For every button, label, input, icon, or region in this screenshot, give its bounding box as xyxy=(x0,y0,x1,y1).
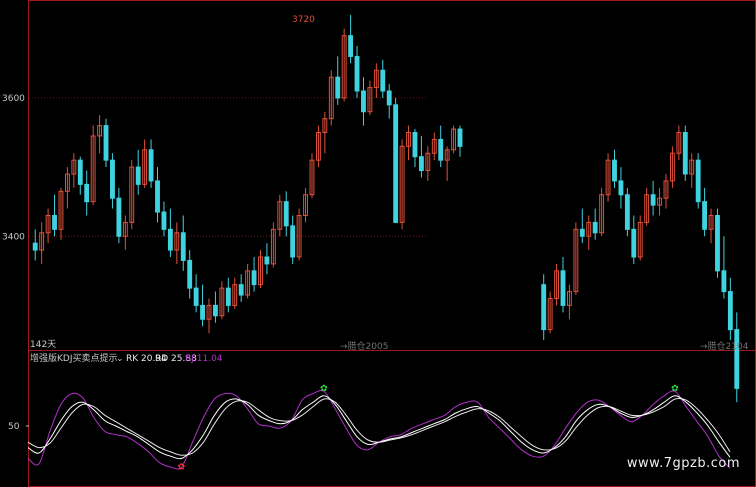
indicator-axis: 50 xyxy=(8,422,29,432)
candle-body xyxy=(213,304,218,317)
candle-body xyxy=(412,132,418,158)
bar-count-label: 142天 xyxy=(30,340,56,350)
indicator-dropdown-icon[interactable]: ⌄ xyxy=(116,354,124,364)
price-tick-label: 3600 xyxy=(2,94,25,104)
candle-body xyxy=(715,215,720,272)
price-tick-label: 3400 xyxy=(2,232,25,242)
candle-body xyxy=(155,180,160,213)
candle-body xyxy=(734,329,740,389)
candle-body xyxy=(167,228,173,251)
candle-body xyxy=(187,259,193,289)
candle-body xyxy=(84,183,90,203)
candle-body xyxy=(541,284,547,331)
candle-body xyxy=(361,90,366,113)
candle-body xyxy=(103,125,109,161)
candle-body xyxy=(682,132,688,175)
candle-body xyxy=(386,90,392,106)
candle-body xyxy=(631,228,637,258)
candle-body xyxy=(618,180,624,196)
candle-body xyxy=(702,201,708,230)
candle-body xyxy=(393,104,399,223)
sell-signal-icon: ✿ xyxy=(671,384,679,394)
candle-body xyxy=(579,228,585,237)
candle-body xyxy=(116,197,122,237)
candle-body xyxy=(238,284,244,296)
candle-body xyxy=(612,159,617,182)
indicator-tick-label: 50 xyxy=(8,422,20,432)
kdj-line-rk xyxy=(27,395,731,460)
candle-body xyxy=(161,211,167,230)
peak-label: 3720 xyxy=(292,15,315,25)
date-label-right: →腊仓2104 xyxy=(700,340,749,352)
chart-canvas: 3400 3600 3720 142天 →腊仓2005 →腊仓2104 增强版KD… xyxy=(2,0,756,487)
rj-readout: RJ 11.04 xyxy=(185,354,223,364)
candle-body xyxy=(283,201,289,227)
candle-body xyxy=(135,166,141,185)
buy-signal-icon: ✿ xyxy=(178,462,186,472)
candle-body xyxy=(180,232,186,261)
candle-body xyxy=(624,194,630,230)
candle-body xyxy=(721,270,727,293)
kdj-line-rj xyxy=(27,389,731,470)
kdj-series xyxy=(27,389,731,470)
candle-body xyxy=(290,225,296,258)
candle-body xyxy=(650,194,656,206)
candle-body xyxy=(592,221,598,234)
candle-body xyxy=(695,159,701,203)
candle-body xyxy=(148,149,154,182)
candle-body xyxy=(335,76,341,99)
candle-body xyxy=(438,138,444,161)
candle-body xyxy=(560,270,566,306)
kdj-line-rd xyxy=(27,397,731,456)
candle-body xyxy=(264,256,270,265)
candle-body xyxy=(193,287,199,306)
candle-body xyxy=(52,215,57,230)
candle-body xyxy=(200,304,205,320)
candle-body xyxy=(727,291,733,331)
candle-body xyxy=(418,156,424,172)
candle-body xyxy=(77,159,83,185)
candle-body xyxy=(380,69,386,92)
date-label-mid: →腊仓2005 xyxy=(340,340,388,352)
candle-body xyxy=(348,35,354,57)
price-grid xyxy=(29,97,428,237)
indicator-title: 增强版KDJ买卖点提示 xyxy=(30,352,118,364)
site-watermark: www.7gpzb.com xyxy=(626,456,740,471)
candle-body xyxy=(457,128,463,147)
candle-body xyxy=(32,242,38,251)
candle-body xyxy=(110,159,115,199)
candle-body xyxy=(225,287,231,306)
candle-body xyxy=(354,55,360,92)
sell-signal-icon: ✿ xyxy=(320,384,328,394)
candle-body xyxy=(251,270,257,286)
price-axis: 3400 3600 xyxy=(2,94,25,242)
